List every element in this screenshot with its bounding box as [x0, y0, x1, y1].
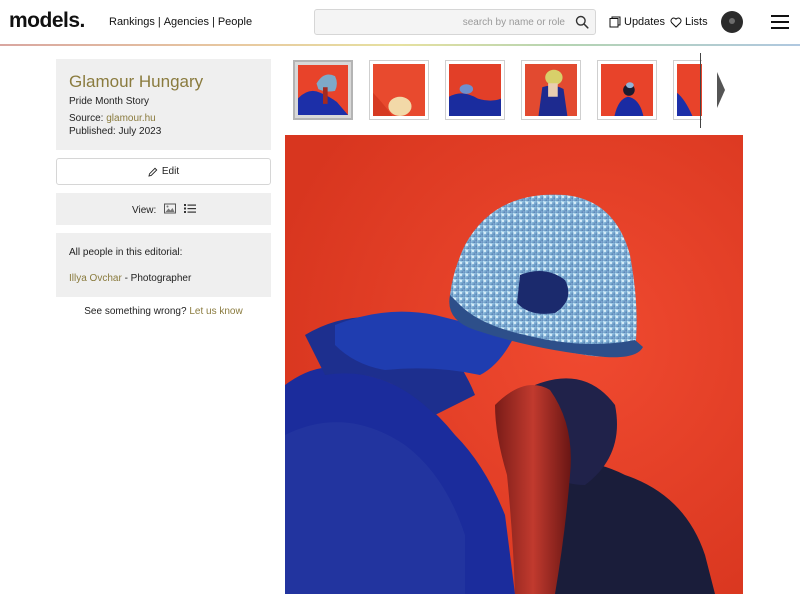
thumbnail-photo: [298, 65, 348, 115]
thumbnail-photo: [449, 64, 501, 116]
editorial-subtitle: Pride Month Story: [69, 96, 150, 107]
heart-icon: [670, 17, 682, 28]
view-label: View:: [132, 205, 157, 216]
thumbnail[interactable]: [597, 60, 657, 120]
strip-divider: [700, 53, 701, 128]
view-toggle-panel: View:: [56, 193, 271, 225]
editorial-photo: [285, 135, 743, 594]
header-divider: [0, 44, 800, 46]
thumbnail-photo: [677, 64, 702, 116]
search-input[interactable]: [321, 13, 565, 31]
top-header: models. Rankings|Agencies|People Updates…: [0, 0, 800, 45]
published-date: Published: July 2023: [69, 126, 162, 137]
nav-separator: |: [211, 16, 215, 28]
nav-separator: |: [157, 16, 161, 28]
report-issue: See something wrong? Let us know: [56, 306, 271, 317]
source-link[interactable]: glamour.hu: [106, 113, 155, 124]
edit-button[interactable]: Edit: [56, 158, 271, 185]
updates-link[interactable]: Updates: [609, 16, 665, 28]
lists-label: Lists: [685, 16, 708, 28]
nav-rankings[interactable]: Rankings: [109, 16, 155, 28]
editorial-title: Glamour Hungary: [69, 72, 204, 91]
pencil-icon: [148, 167, 158, 177]
search-icon[interactable]: [575, 15, 589, 29]
nav-agencies[interactable]: Agencies: [164, 16, 209, 28]
thumbnail[interactable]: [293, 60, 353, 120]
main-nav: Rankings | Agencies | People: [109, 16, 252, 28]
list-view-icon[interactable]: [184, 203, 196, 214]
thumbnail-photo: [373, 64, 425, 116]
updates-label: Updates: [624, 16, 665, 28]
thumbnail-photo: [601, 64, 653, 116]
people-panel: All people in this editorial: Illya Ovch…: [56, 233, 271, 297]
editorial-info-panel: Glamour Hungary Pride Month Story Source…: [56, 59, 271, 150]
person-link[interactable]: Illya Ovchar: [69, 273, 122, 284]
report-link[interactable]: Let us know: [189, 306, 242, 317]
lists-link[interactable]: Lists: [670, 16, 708, 28]
editorial-source: Source: glamour.hu: [69, 113, 156, 124]
thumbnail[interactable]: [445, 60, 505, 120]
hamburger-menu-icon[interactable]: [771, 15, 789, 29]
source-label: Source:: [69, 113, 104, 124]
people-heading: All people in this editorial:: [69, 247, 183, 258]
updates-icon: [609, 16, 621, 28]
nav-people[interactable]: People: [218, 16, 252, 28]
thumbnail-strip: [286, 55, 702, 127]
thumbnail-photo: [525, 64, 577, 116]
report-text: See something wrong?: [84, 306, 187, 317]
thumbnail[interactable]: [369, 60, 429, 120]
gallery-view-icon[interactable]: [164, 203, 176, 214]
person-role: - Photographer: [121, 273, 192, 284]
search-box: [314, 9, 596, 35]
person-item: Illya Ovchar - Photographer: [69, 273, 191, 284]
main-photo[interactable]: [285, 135, 743, 594]
user-avatar[interactable]: [721, 11, 743, 33]
chevron-right-icon[interactable]: [716, 70, 726, 110]
thumbnail[interactable]: [673, 60, 702, 120]
site-logo[interactable]: models.: [9, 9, 85, 33]
thumbnail[interactable]: [521, 60, 581, 120]
edit-label: Edit: [161, 166, 180, 177]
